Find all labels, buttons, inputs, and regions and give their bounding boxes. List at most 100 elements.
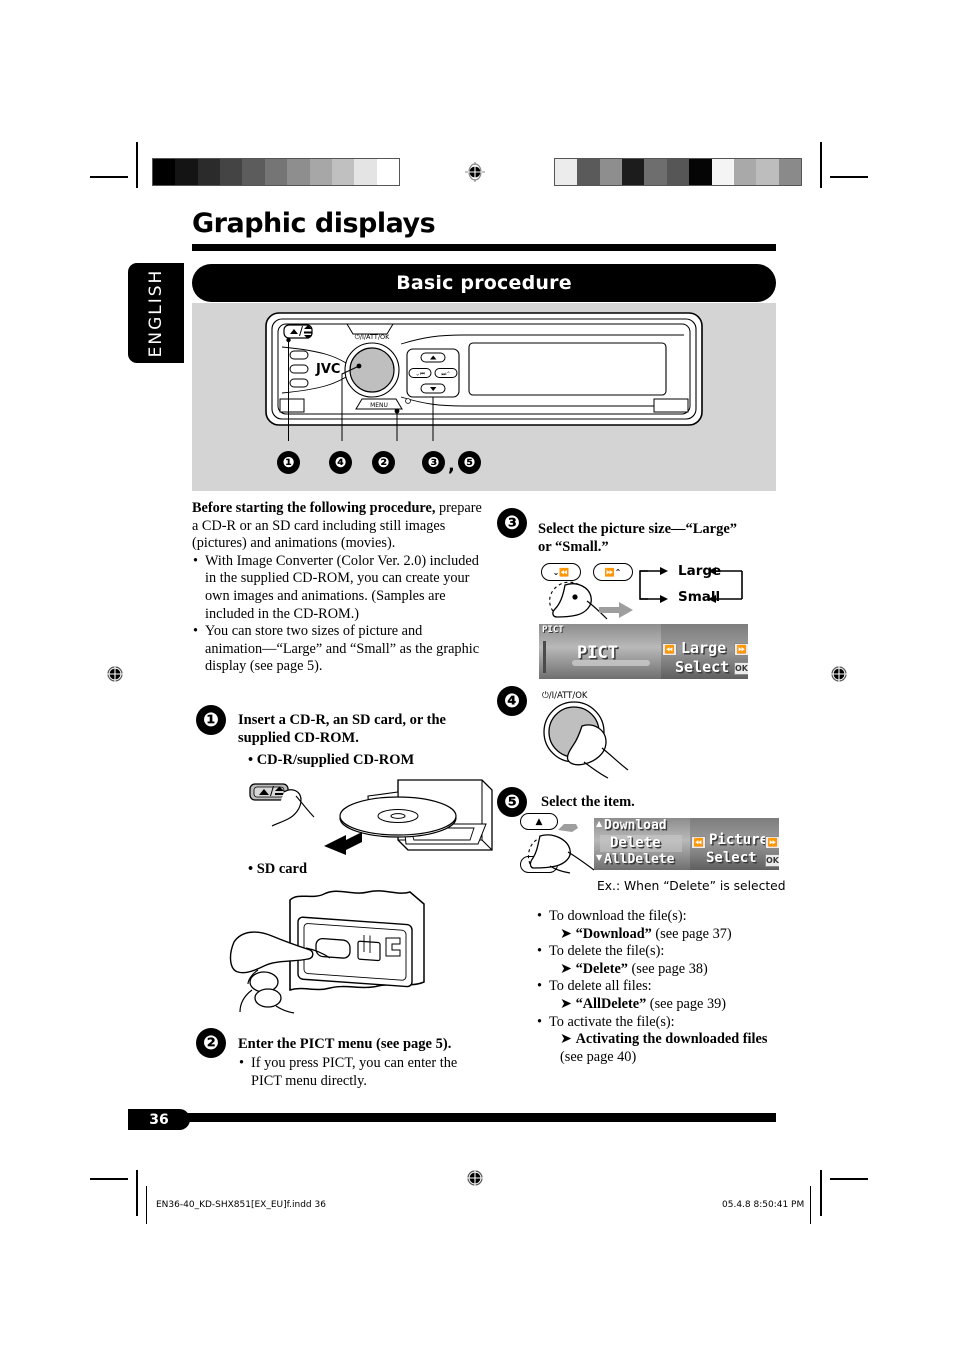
color-swatch <box>264 159 288 185</box>
step-4-badge: ❹ <box>497 686 527 716</box>
intro-bullet-2: You can store two sizes of picture and a… <box>192 623 482 676</box>
svg-text:⏻/I/ATT/OK: ⏻/I/ATT/OK <box>355 333 391 341</box>
option-small-label: Small <box>678 589 721 605</box>
step-1-badge: ❶ <box>196 705 226 735</box>
color-swatch <box>577 159 600 185</box>
crop-mark-top-left-v <box>136 142 138 188</box>
lcd-menu-screen: ▲ Download Delete ▼ AllDelete ⏪ Picture … <box>594 818 779 870</box>
color-swatch <box>599 159 623 185</box>
language-tab-label: ENGLISH <box>146 268 166 358</box>
lcd-pict-screen: PICT PICT ⏪ Large ⏩ Select OK <box>539 624 748 679</box>
step-5-bullet-3-ref: (see page 39) <box>646 995 727 1012</box>
step-3-title-line1: Select the picture size—“Large” <box>538 521 738 537</box>
lcd-menu-row-3: AllDelete <box>604 852 675 867</box>
callout-2: ❷ <box>372 451 395 474</box>
intro-lead-bold: Before starting the following procedure, <box>192 500 436 516</box>
sd-card-insert-illustration <box>229 890 425 1014</box>
step-5-bullet-3-lead: To delete all files: <box>549 978 652 995</box>
lcd-pict-left-pane: PICT PICT <box>539 624 661 679</box>
svg-text:⏭⌃: ⏭⌃ <box>441 371 450 377</box>
footer-bar-left <box>146 1186 147 1224</box>
cd-insert-illustration <box>249 779 493 855</box>
lcd-menu-example-caption: Ex.: When “Delete” is selected <box>597 879 786 893</box>
section-heading-label: Basic procedure <box>396 272 572 294</box>
color-swatch <box>689 159 712 185</box>
color-swatch <box>287 159 310 185</box>
callout-1: ❶ <box>277 451 300 474</box>
lcd-menu-left-pane: ▲ Download Delete ▼ AllDelete <box>594 818 690 870</box>
step-5-bullet-2-ref: (see page 38) <box>627 960 708 977</box>
footer-timestamp: 05.4.8 8:50:41 PM <box>722 1200 805 1210</box>
step-5-bullet-2-lead: To delete the file(s): <box>549 943 665 960</box>
step-3-badge: ❸ <box>497 508 527 538</box>
callout-4: ❹ <box>329 451 352 474</box>
registration-mark-bottom <box>464 1167 486 1189</box>
step-5-bullet-4-ref: (see page 40) <box>560 1048 637 1065</box>
crop-mark-top-left-h <box>90 176 128 178</box>
color-bar-left <box>152 158 400 186</box>
left-column: Before starting the following procedure,… <box>192 500 482 676</box>
step-5-bullet-2: To delete the file(s): ➤ “Delete” (see p… <box>536 943 788 978</box>
step-5-bullet-list: To download the file(s): ➤ “Download” (s… <box>536 908 788 1066</box>
registration-mark-left <box>104 663 126 685</box>
step-3-title-line2: or “Small.” <box>538 538 609 555</box>
lcd-pict-chip-ok: OK <box>734 662 748 675</box>
step-5-bullet-4: To activate the file(s): ➤ Activating th… <box>536 1014 788 1067</box>
step-5-bullet-1-ref: (see page 37) <box>651 925 732 942</box>
color-swatch <box>331 159 355 185</box>
step-2-badge: ❷ <box>196 1028 226 1058</box>
crop-mark-top-right-v <box>820 142 822 188</box>
page-number-badge: 36 <box>128 1109 190 1130</box>
step-1-title: Insert a CD-R, an SD card, or the suppli… <box>238 712 446 746</box>
lcd-pict-action: Select <box>675 658 730 676</box>
step-5-bullet-2-target: “Delete” <box>575 960 628 977</box>
car-stereo-faceplate-illustration: JVC ⏻/I/ATT/OK ⌄⏮ ⏭⌃ MENU <box>265 312 703 441</box>
lcd-pict-corner-label: PICT <box>542 625 564 635</box>
footer-filename: EN36-40_KD-SHX851[EX_EU]f.indd 36 <box>156 1200 326 1210</box>
footer-rule <box>128 1113 776 1122</box>
step-5-bullet-1-target: “Download” <box>575 925 652 942</box>
lcd-menu-action: Select <box>706 850 757 866</box>
intro-bullet-list: With Image Converter (Color Ver. 2.0) in… <box>192 553 482 676</box>
finger-press-item-illustration <box>527 824 595 874</box>
step-1-sub-sd: • SD card <box>248 861 308 877</box>
step-5-bullet-3-target: “AllDelete” <box>575 995 647 1012</box>
language-tab: ENGLISH <box>128 263 184 363</box>
color-swatch <box>153 159 176 185</box>
step-5-bullet-4-lead: To activate the file(s): <box>549 1013 675 1030</box>
knob-press-illustration <box>543 701 629 779</box>
callout-3: ❸ <box>422 451 445 474</box>
crop-mark-bottom-left-v <box>136 1170 138 1216</box>
color-swatch <box>309 159 332 185</box>
lcd-menu-arrow-down: ▼ <box>596 853 603 862</box>
arrow-right-icon: ➤ <box>560 1031 572 1048</box>
svg-text:JVC: JVC <box>315 362 340 377</box>
step-3-title: Select the picture size—“Large” or “Smal… <box>538 521 788 557</box>
color-swatch <box>376 159 399 185</box>
svg-text:MENU: MENU <box>370 402 388 409</box>
step-5-bullet-3: To delete all files: ➤ “AllDelete” (see … <box>536 978 788 1013</box>
color-swatch <box>242 159 265 185</box>
crop-mark-top-right-h <box>830 176 868 178</box>
crop-mark-bottom-right-v <box>820 1170 822 1216</box>
color-swatch <box>622 159 645 185</box>
lcd-menu-arrow-up: ▲ <box>596 819 603 828</box>
color-swatch <box>778 159 801 185</box>
lcd-menu-chip-ok: OK <box>765 854 779 867</box>
lcd-menu-row-1: Download <box>604 818 667 833</box>
crop-mark-bottom-right-h <box>830 1178 868 1180</box>
step-5-bullet-1-lead: To download the file(s): <box>549 908 687 924</box>
step-5-title: Select the item. <box>541 794 635 810</box>
option-large-label: Large <box>678 563 722 579</box>
callout-5: ❺ <box>458 451 481 474</box>
color-swatch <box>354 159 377 185</box>
color-swatch <box>644 159 667 185</box>
color-bar-right <box>554 158 802 186</box>
color-swatch <box>175 159 198 185</box>
intro-bullet-1: With Image Converter (Color Ver. 2.0) in… <box>192 553 482 623</box>
color-swatch <box>666 159 690 185</box>
color-swatch <box>197 159 221 185</box>
step-5-bullet-4-target: Activating the downloaded files <box>575 1031 768 1048</box>
callout-separator: , <box>448 455 455 476</box>
lcd-pict-value: Large <box>681 639 727 657</box>
